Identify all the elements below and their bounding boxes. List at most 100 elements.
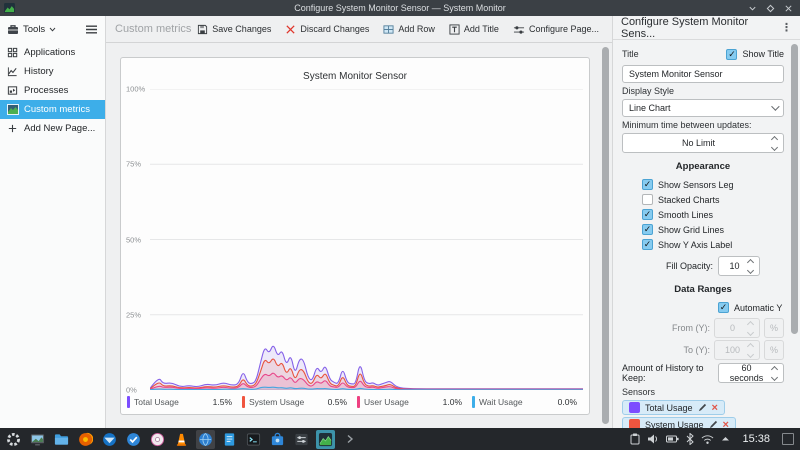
- notes-icon[interactable]: [220, 430, 239, 449]
- sensor-chip: Total Usage ×: [622, 400, 725, 415]
- spinner-arrows-icon[interactable]: [744, 258, 755, 274]
- remove-sensor-icon[interactable]: ×: [712, 402, 718, 413]
- toolbar-button-label: Save Changes: [212, 24, 272, 34]
- web-globe-icon[interactable]: [196, 429, 215, 449]
- sidebar-item-processes[interactable]: Processes: [0, 81, 105, 100]
- system-tray: 15:38: [630, 433, 796, 445]
- title-input[interactable]: [622, 65, 784, 83]
- software-center-icon[interactable]: [268, 430, 287, 449]
- show-title-checkbox[interactable]: ✓ Show Title: [726, 47, 784, 62]
- history-spinbox[interactable]: 60 seconds: [718, 363, 784, 383]
- toolbar-button-label: Add Title: [463, 24, 499, 34]
- caret-up-icon[interactable]: [721, 436, 730, 442]
- panel-expander-icon[interactable]: [340, 430, 359, 449]
- smooth-lines-checkbox[interactable]: ✓ Smooth Lines: [642, 207, 784, 222]
- media-player-icon[interactable]: [148, 430, 167, 449]
- checkbox-icon: ✓: [642, 179, 653, 190]
- configure-page-button[interactable]: Configure Page...: [513, 24, 599, 35]
- clipboard-icon[interactable]: [630, 433, 640, 445]
- chart-card: System Monitor Sensor 100% 75% 50% 25% 0% To…: [120, 57, 590, 415]
- sensor-chip: System Usage ×: [622, 417, 736, 428]
- add-row-icon: [383, 24, 394, 35]
- sidebar-items: Applications History Processes Custom metri…: [0, 43, 105, 138]
- volume-icon[interactable]: [647, 433, 659, 445]
- wifi-icon[interactable]: [701, 434, 714, 445]
- panel-scrollbar[interactable]: [791, 44, 798, 334]
- sensors-list: Total Usage×System Usage×User Usage×Wait…: [622, 400, 784, 428]
- page-title[interactable]: Custom metrics: [115, 23, 191, 35]
- kde-launcher-icon[interactable]: [4, 430, 23, 449]
- checkbox-label: Show Sensors Leg: [658, 179, 734, 190]
- hamburger-menu-icon[interactable]: [85, 24, 98, 35]
- checkbox-label: Show Grid Lines: [658, 224, 725, 235]
- min-time-spinbox[interactable]: No Limit: [622, 133, 784, 153]
- stacked-charts-checkbox[interactable]: ✓ Stacked Charts: [642, 192, 784, 207]
- save-changes-button[interactable]: Save Changes: [197, 24, 271, 35]
- appearance-checkboxes: ✓ Show Sensors Leg ✓ Stacked Charts ✓ Smooth …: [642, 177, 784, 252]
- file-manager-icon[interactable]: [52, 430, 71, 449]
- maximize-icon[interactable]: [766, 4, 775, 13]
- sidebar-item-custom-metrics[interactable]: Custom metrics: [0, 100, 105, 119]
- remove-sensor-icon[interactable]: ×: [723, 419, 729, 428]
- display-style-select[interactable]: Line Chart: [622, 99, 784, 117]
- show-y-axis-label-checkbox[interactable]: ✓ Show Y Axis Label: [642, 237, 784, 252]
- spinner-arrows-icon[interactable]: [768, 135, 779, 151]
- percent-suffix: %: [764, 340, 784, 360]
- sidebar-item-label: History: [24, 66, 54, 77]
- screen-tool-icon[interactable]: [28, 430, 47, 449]
- y-axis-tick: 100%: [126, 84, 146, 94]
- sidebar-item-history[interactable]: History: [0, 62, 105, 81]
- fill-opacity-spinbox[interactable]: 10: [718, 256, 760, 276]
- add-title-button[interactable]: Add Title: [449, 23, 499, 35]
- system-monitor-app-icon: [4, 3, 15, 13]
- sensor-color-swatch: [629, 402, 640, 413]
- fill-opacity-value: 10: [729, 261, 740, 271]
- history-icon: [6, 66, 19, 77]
- add-icon: [6, 123, 19, 134]
- sensors-label: Sensors: [622, 387, 656, 397]
- toolbar-button-label: Configure Page...: [528, 24, 599, 34]
- tools-menu-button[interactable]: Tools: [7, 24, 56, 35]
- tasks-icon[interactable]: [124, 430, 143, 449]
- show-desktop-button[interactable]: [782, 433, 794, 445]
- bluetooth-icon[interactable]: [686, 433, 695, 445]
- legend-name: User Usage: [364, 397, 409, 407]
- sidebar-item-applications[interactable]: Applications: [0, 43, 105, 62]
- data-ranges-header: Data Ranges: [674, 284, 732, 295]
- terminal-icon[interactable]: [244, 430, 263, 449]
- show-grid-lines-checkbox[interactable]: ✓ Show Grid Lines: [642, 222, 784, 237]
- vlc-icon[interactable]: [172, 430, 191, 449]
- discard-changes-button[interactable]: Discard Changes: [285, 24, 369, 35]
- legend-name: System Usage: [249, 397, 305, 407]
- battery-icon[interactable]: [666, 433, 680, 445]
- edit-pencil-icon[interactable]: [709, 420, 718, 428]
- main-scrollbar[interactable]: [602, 47, 609, 424]
- window-title: Configure System Monitor Sensor — System…: [294, 3, 506, 13]
- sidebar-item-label: Add New Page...: [24, 123, 96, 134]
- system-monitor-icon[interactable]: [316, 429, 335, 449]
- overflow-menu-icon[interactable]: ⋮: [781, 21, 792, 34]
- edit-pencil-icon[interactable]: [698, 403, 707, 412]
- firefox-icon[interactable]: [76, 430, 95, 449]
- main-toolbar: Custom metrics Save Changes Discard Chang…: [106, 16, 612, 43]
- sidebar-item-add-new-page[interactable]: Add New Page...: [0, 119, 105, 138]
- legend-color-bar: [127, 396, 130, 408]
- close-icon[interactable]: [784, 4, 793, 13]
- spinner-arrows-icon[interactable]: [768, 365, 779, 381]
- title-label: Title: [622, 49, 639, 59]
- clock[interactable]: 15:38: [742, 433, 770, 445]
- thunderbird-icon[interactable]: [100, 430, 119, 449]
- fill-opacity-label: Fill Opacity:: [665, 261, 713, 271]
- settings-icon[interactable]: [292, 430, 311, 449]
- automatic-y-checkbox[interactable]: ✓ Automatic Y Data: [718, 300, 784, 315]
- tray-icons: [630, 433, 730, 445]
- checkbox-label: Show Y Axis Label: [658, 239, 733, 250]
- show-sensors-leg-checkbox[interactable]: ✓ Show Sensors Leg: [642, 177, 784, 192]
- chart-page: System Monitor Sensor 100% 75% 50% 25% 0% To…: [106, 43, 612, 428]
- chart-canvas: [150, 89, 583, 390]
- minimize-icon[interactable]: [748, 4, 757, 13]
- add-row-button[interactable]: Add Row: [383, 24, 435, 35]
- to-y-label: To (Y):: [683, 345, 710, 355]
- display-style-value: Line Chart: [629, 103, 671, 113]
- legend-value: 0.0%: [557, 397, 577, 407]
